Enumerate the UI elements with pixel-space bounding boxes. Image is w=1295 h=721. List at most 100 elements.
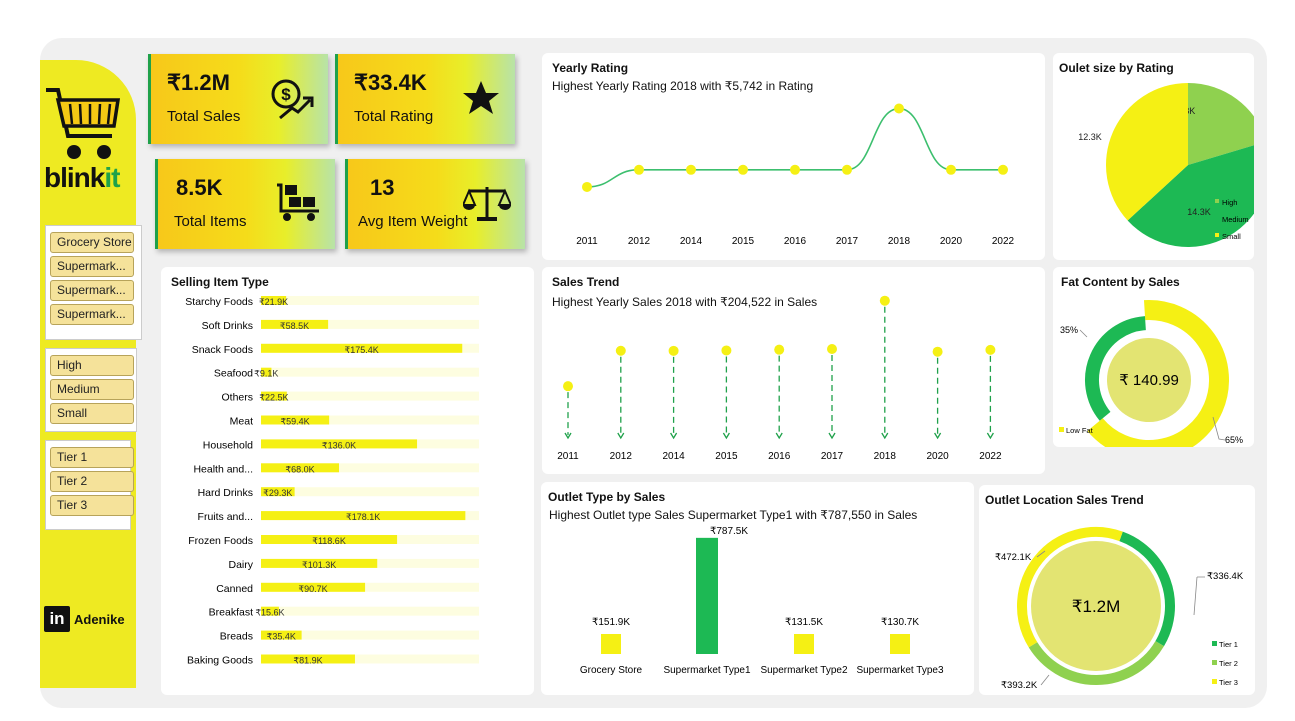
x-tick-label: 2018 bbox=[888, 236, 911, 247]
trolley-icon bbox=[277, 183, 319, 221]
fat-content-donut: ₹ 140.9965%35%Low FatRegular bbox=[1059, 300, 1243, 447]
category-label: Frozen Foods bbox=[188, 535, 253, 547]
x-tick-label: 2012 bbox=[628, 236, 651, 247]
rating-point bbox=[582, 181, 592, 192]
slice-label: 14.3K bbox=[1187, 207, 1211, 217]
kpi-label: Avg Item Weight bbox=[358, 213, 468, 230]
category-label: Baking Goods bbox=[187, 655, 253, 667]
x-tick-label: 2017 bbox=[821, 451, 844, 462]
scale-icon bbox=[463, 187, 511, 221]
legend-label: High bbox=[1222, 198, 1237, 207]
x-tick-label: Supermarket Type3 bbox=[856, 665, 944, 676]
x-tick-label: 2015 bbox=[732, 236, 755, 247]
sales-trend-chart: 2011 2012 2014 2015 2016 2017 2018 2020 2022 bbox=[557, 295, 1002, 462]
legend-swatch bbox=[1212, 679, 1217, 684]
legend-label: Small bbox=[1222, 232, 1241, 241]
stem-arrow bbox=[775, 432, 783, 440]
slicer-option[interactable]: Tier 3 bbox=[50, 495, 134, 516]
money-growth-icon: $ bbox=[271, 79, 314, 120]
fat-content-card: Fat Content by Sales ₹ 140.99 65% 35% Low F… bbox=[1053, 267, 1254, 447]
data-label: ₹29.3K bbox=[263, 488, 292, 498]
x-tick-label: 2020 bbox=[940, 236, 963, 247]
trend-point bbox=[879, 295, 890, 306]
item-type-chart: Starchy Foods ₹21.9K Soft Drinks ₹58.5K Snac… bbox=[185, 296, 479, 667]
bar bbox=[696, 537, 718, 654]
legend-swatch bbox=[1215, 216, 1219, 220]
cart-logo-icon bbox=[46, 88, 120, 159]
kpi-avg-weight: 13 Avg Item Weight bbox=[345, 159, 525, 249]
data-label: ₹81.9K bbox=[293, 656, 322, 666]
category-label: Breakfast bbox=[209, 607, 253, 619]
svg-text:$: $ bbox=[281, 85, 291, 104]
category-label: Soft Drinks bbox=[202, 320, 253, 332]
trend-point bbox=[721, 345, 732, 356]
kpi-value: ₹33.4K bbox=[354, 70, 427, 95]
category-label: Meat bbox=[230, 416, 253, 428]
data-label: ₹787.5K bbox=[710, 526, 748, 537]
category-label: Household bbox=[203, 439, 253, 451]
data-label: ₹22.5K bbox=[259, 393, 288, 403]
rating-point bbox=[738, 164, 748, 175]
slicer-option[interactable]: Supermark... bbox=[50, 280, 134, 301]
kpi-value: ₹1.2M bbox=[167, 70, 230, 95]
kpi-total-sales: ₹1.2M Total Sales $ bbox=[148, 54, 328, 144]
slicer-option[interactable]: Tier 2 bbox=[50, 471, 134, 492]
rating-point bbox=[946, 164, 956, 175]
data-label: ₹9.1K bbox=[254, 369, 278, 379]
kpi-value: 13 bbox=[370, 175, 395, 200]
rating-point bbox=[634, 164, 644, 175]
slicer-option[interactable]: Tier 1 bbox=[50, 447, 134, 468]
bar-track bbox=[261, 606, 479, 616]
rating-line bbox=[586, 107, 1003, 188]
stem-arrow bbox=[670, 432, 678, 440]
category-label: Snack Foods bbox=[192, 344, 253, 356]
legend-label: Tier 3 bbox=[1219, 678, 1238, 687]
slice-label: ₹472.1K bbox=[995, 552, 1032, 563]
legend-label: Medium bbox=[1222, 215, 1249, 224]
stem-arrow bbox=[617, 432, 625, 440]
rating-point bbox=[686, 164, 696, 175]
trend-point bbox=[932, 346, 943, 357]
legend-swatch bbox=[1212, 660, 1217, 665]
category-label: Others bbox=[221, 392, 253, 404]
trend-point bbox=[985, 344, 996, 355]
location-donut: ₹1.2M ₹336.4K ₹393.2K ₹472.1K Tier 1 Tier 2 Ti… bbox=[995, 527, 1244, 691]
outlet-size-pie: 6.8K14.3K12.3KHighMediumSmall bbox=[1078, 83, 1254, 247]
location-slicer: Tier 1 Tier 2 Tier 3 bbox=[45, 440, 134, 530]
slicer-option[interactable]: Supermark... bbox=[50, 256, 134, 277]
x-tick-label: Supermarket Type2 bbox=[760, 665, 848, 676]
star-icon bbox=[463, 81, 499, 114]
linkedin-icon: in bbox=[44, 606, 70, 632]
data-label: ₹175.4K bbox=[344, 345, 378, 355]
outlet-size-card: Oulet size by Rating 6.8K14.3K12.3KHighM… bbox=[1053, 53, 1254, 260]
data-label: ₹35.4K bbox=[267, 632, 296, 642]
slicer-option[interactable]: Supermark... bbox=[50, 304, 134, 325]
legend-swatch bbox=[1059, 427, 1064, 432]
slicer-option[interactable]: Small bbox=[50, 403, 134, 424]
slicer-option[interactable]: Medium bbox=[50, 379, 134, 400]
x-tick-label: 2022 bbox=[979, 451, 1002, 462]
slicer-option[interactable]: High bbox=[50, 355, 134, 376]
data-label: ₹59.4K bbox=[280, 417, 309, 427]
item-type-card: Selling Item Type Starchy Foods ₹21.9K Sof… bbox=[161, 267, 534, 695]
legend-swatch bbox=[1212, 641, 1217, 646]
slicer-option[interactable]: Grocery Store bbox=[50, 232, 134, 253]
category-label: Hard Drinks bbox=[198, 487, 253, 499]
kpi-label: Total Rating bbox=[354, 108, 434, 125]
stem-arrow bbox=[934, 432, 942, 440]
kpi-label: Total Sales bbox=[167, 108, 241, 125]
data-label: ₹90.7K bbox=[298, 584, 327, 594]
stem-arrow bbox=[881, 432, 889, 440]
author-badge[interactable]: in Adenike bbox=[44, 606, 125, 632]
x-tick-label: Grocery Store bbox=[580, 665, 643, 676]
leader-line bbox=[1040, 674, 1050, 686]
x-tick-label: 2018 bbox=[874, 451, 897, 462]
data-label: ₹130.7K bbox=[881, 617, 919, 628]
x-tick-label: Supermarket Type1 bbox=[663, 665, 751, 676]
category-label: Seafood bbox=[214, 368, 253, 380]
legend-swatch bbox=[1215, 199, 1219, 203]
kpi-total-rating: ₹33.4K Total Rating bbox=[335, 54, 515, 144]
outlet-size-slicer: High Medium Small bbox=[45, 348, 137, 432]
x-tick-label: 2016 bbox=[784, 236, 807, 247]
x-tick-label: 2011 bbox=[557, 451, 579, 462]
